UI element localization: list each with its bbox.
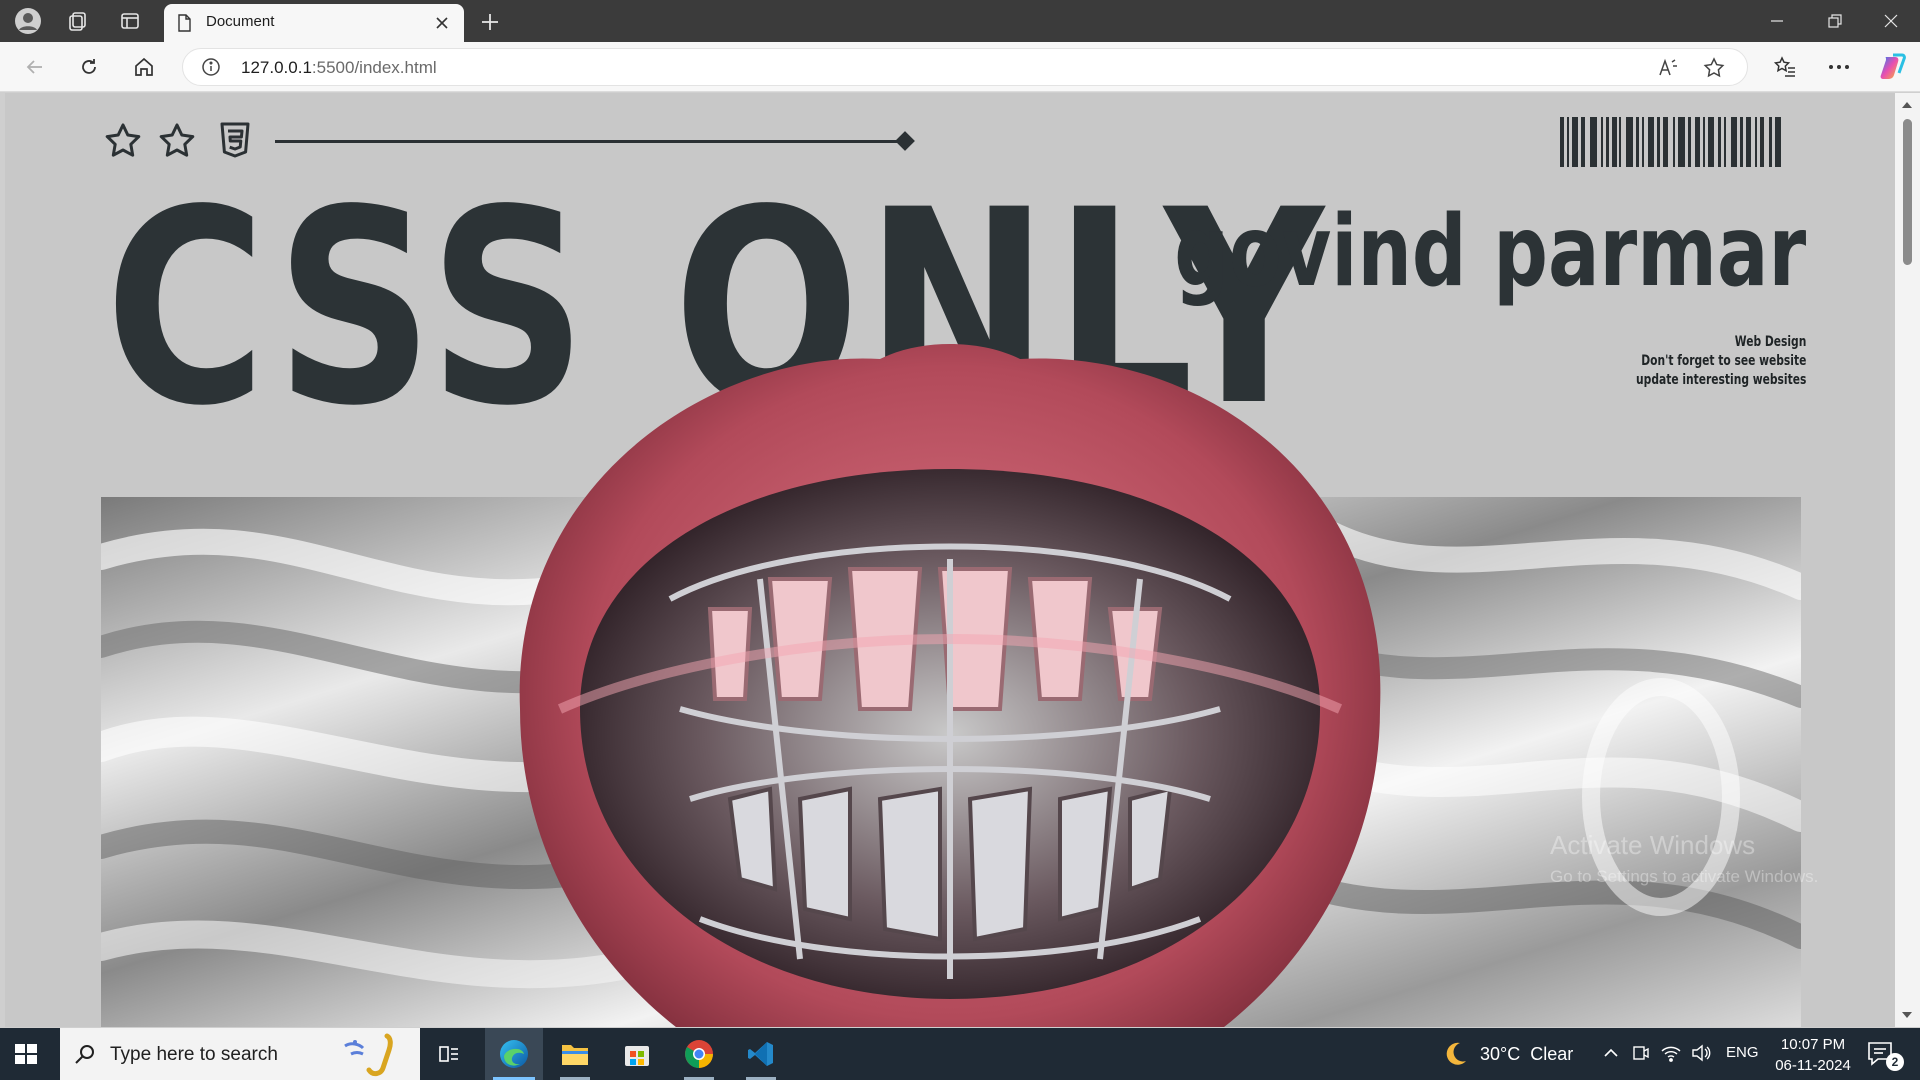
notification-count-badge: 2 (1886, 1053, 1904, 1071)
moon-icon (1446, 1042, 1466, 1065)
back-button[interactable] (20, 52, 50, 82)
file-explorer-icon[interactable] (546, 1028, 604, 1080)
refresh-button[interactable] (74, 52, 104, 82)
favorite-star-icon[interactable] (1703, 57, 1725, 79)
tagline-line: update interesting websites (1635, 372, 1806, 388)
vertical-scrollbar[interactable] (1895, 93, 1920, 1027)
browser-toolbar: 127.0.0.1:5500/index.html (0, 42, 1920, 92)
weather-widget[interactable]: 30°C Clear (1440, 1038, 1573, 1070)
close-window-button[interactable] (1862, 0, 1920, 42)
more-options-icon[interactable] (1824, 52, 1854, 82)
tagline-line: Web Design (1734, 334, 1806, 350)
restore-button[interactable] (1806, 0, 1864, 42)
lips-grillz-illustration (519, 344, 1381, 1027)
address-bar[interactable]: 127.0.0.1:5500/index.html (182, 48, 1748, 86)
collections-icon[interactable] (64, 7, 92, 35)
chrome-icon[interactable] (670, 1028, 728, 1080)
weather-condition: Clear (1530, 1043, 1574, 1064)
task-view-icon[interactable] (420, 1028, 478, 1080)
scroll-up-arrow-icon[interactable] (1901, 99, 1913, 111)
wifi-icon[interactable] (1660, 1042, 1682, 1064)
decorative-line (275, 140, 905, 143)
system-clock[interactable]: 10:07 PM 06-11-2024 (1765, 1034, 1861, 1076)
vertical-tabs-icon[interactable] (116, 7, 144, 35)
windows-taskbar: Type here to search 30°C Clear ENG 10:07… (0, 1028, 1920, 1080)
new-tab-button[interactable] (476, 8, 504, 36)
weather-temp: 30°C (1480, 1043, 1521, 1064)
url-text[interactable]: 127.0.0.1:5500/index.html (241, 58, 437, 78)
site-info-icon[interactable] (201, 57, 221, 77)
browser-tab-bar: Document (0, 0, 1920, 42)
input-language[interactable]: ENG (1726, 1044, 1759, 1061)
taskbar-search-box[interactable]: Type here to search (60, 1028, 420, 1080)
tagline-line: Don't forget to see website (1640, 353, 1806, 369)
vscode-icon[interactable] (732, 1028, 790, 1080)
windows-start-icon[interactable] (10, 1038, 42, 1070)
microsoft-store-icon[interactable] (608, 1028, 666, 1080)
tagline: Web Design Don't forget to see website u… (1636, 333, 1806, 390)
profile-avatar-icon[interactable] (14, 7, 42, 35)
favorites-icon[interactable] (1770, 52, 1800, 82)
scrollbar-thumb[interactable] (1903, 119, 1912, 265)
activate-windows-title: Activate Windows (1550, 830, 1756, 860)
page-icon (178, 14, 191, 32)
tab-document[interactable]: Document (164, 4, 464, 42)
activate-windows-subtitle: Go to Settings to activate Windows. (1550, 867, 1819, 886)
meet-now-icon[interactable] (1630, 1042, 1652, 1064)
search-placeholder: Type here to search (110, 1044, 278, 1065)
volume-icon[interactable] (1690, 1042, 1712, 1064)
minimize-button[interactable] (1748, 0, 1806, 42)
tab-title: Document (206, 13, 275, 30)
edge-icon[interactable] (485, 1028, 543, 1080)
clock-time: 10:07 PM (1780, 1036, 1846, 1053)
clock-date: 06-11-2024 (1775, 1057, 1851, 1074)
decorative-diamond (895, 131, 915, 151)
search-icon (75, 1045, 94, 1064)
read-aloud-icon[interactable] (1657, 57, 1679, 79)
copilot-icon[interactable] (1878, 52, 1908, 82)
close-tab-icon[interactable] (430, 11, 454, 35)
search-highlight-saxophone-icon (344, 1033, 393, 1077)
scroll-down-arrow-icon[interactable] (1901, 1009, 1913, 1021)
show-hidden-icons-chevron-icon[interactable] (1600, 1042, 1622, 1064)
home-button[interactable] (129, 52, 159, 82)
barcode-graphic (1560, 117, 1806, 167)
